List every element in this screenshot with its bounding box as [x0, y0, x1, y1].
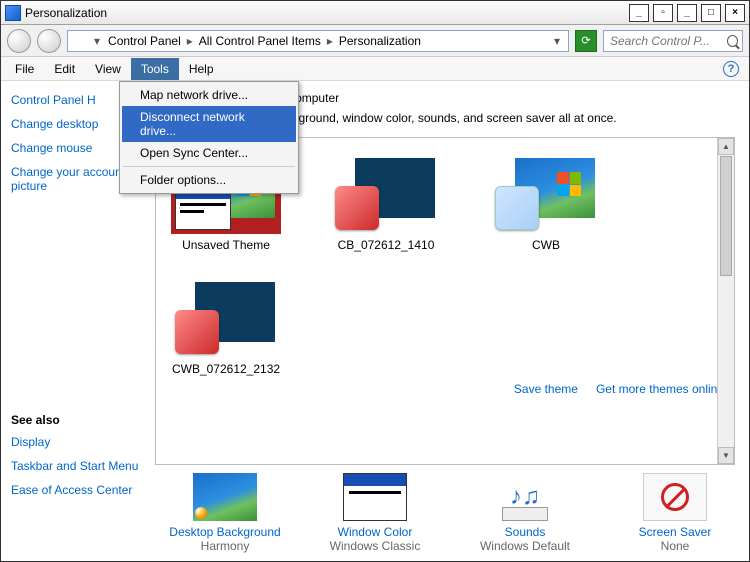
sounds-item[interactable]: ♪♫ Sounds Windows Default	[465, 473, 585, 553]
breadcrumb-sep-icon: ▸	[325, 34, 335, 48]
link-ease-of-access[interactable]: Ease of Access Center	[11, 483, 141, 497]
content-area: Control Panel H Change desktop Change mo…	[1, 81, 749, 561]
link-get-more-themes[interactable]: Get more themes online	[596, 382, 724, 396]
menu-bar: File Edit View Tools Help ? Map network …	[1, 57, 749, 81]
window-color-item[interactable]: Window Color Windows Classic	[315, 473, 435, 553]
menu-help[interactable]: Help	[179, 58, 224, 80]
link-taskbar-start[interactable]: Taskbar and Start Menu	[11, 459, 141, 473]
sounds-label[interactable]: Sounds	[465, 525, 585, 539]
scrollbar[interactable]: ▲ ▼	[717, 138, 734, 464]
link-save-theme[interactable]: Save theme	[514, 382, 578, 396]
theme-item[interactable]: CB_072612_1410	[326, 152, 446, 252]
tools-dropdown: Map network drive... Disconnect network …	[119, 81, 299, 194]
app-icon	[5, 5, 21, 21]
screen-saver-value: None	[615, 539, 735, 553]
breadcrumb-3[interactable]: Personalization	[339, 34, 421, 48]
back-button[interactable]	[7, 29, 31, 53]
chevron-down-icon[interactable]: ▾	[90, 34, 104, 48]
menu-open-sync-center[interactable]: Open Sync Center...	[122, 142, 296, 164]
nav-toolbar: ▾ Control Panel ▸ All Control Panel Item…	[1, 25, 749, 57]
breadcrumb-1[interactable]: Control Panel	[108, 34, 181, 48]
window-restore-alt-button[interactable]: ▫	[653, 4, 673, 22]
menu-separator	[123, 166, 295, 167]
scroll-thumb[interactable]	[720, 156, 732, 276]
refresh-button[interactable]: ⟳	[575, 30, 597, 52]
link-display[interactable]: Display	[11, 435, 141, 449]
menu-edit[interactable]: Edit	[44, 58, 85, 80]
sounds-icon: ♪♫	[493, 473, 557, 521]
theme-actions: Save theme Get more themes online	[166, 376, 724, 396]
screen-saver-item[interactable]: Screen Saver None	[615, 473, 735, 553]
help-icon[interactable]: ?	[723, 61, 739, 77]
theme-item[interactable]: CWB_072612_2132	[166, 276, 286, 376]
menu-tools[interactable]: Tools	[131, 58, 179, 80]
location-icon	[72, 34, 86, 48]
window-color-value: Windows Classic	[315, 539, 435, 553]
desktop-background-item[interactable]: Desktop Background Harmony	[165, 473, 285, 553]
screen-saver-icon	[643, 473, 707, 521]
screen-saver-label[interactable]: Screen Saver	[615, 525, 735, 539]
window-minimize-alt-button[interactable]: _	[629, 4, 649, 22]
address-bar[interactable]: ▾ Control Panel ▸ All Control Panel Item…	[67, 30, 569, 52]
desktop-background-icon	[193, 473, 257, 521]
window-close-button[interactable]: ×	[725, 4, 745, 22]
search-box[interactable]	[603, 30, 743, 52]
see-also-heading: See also	[11, 413, 141, 427]
window-title: Personalization	[25, 6, 625, 20]
scroll-up-button[interactable]: ▲	[718, 138, 734, 155]
theme-components-row: Desktop Background Harmony Window Color …	[155, 465, 735, 553]
menu-file[interactable]: File	[5, 58, 44, 80]
window-frame: Personalization _ ▫ _ □ × ▾ Control Pane…	[0, 0, 750, 562]
menu-map-network-drive[interactable]: Map network drive...	[122, 84, 296, 106]
forward-button[interactable]	[37, 29, 61, 53]
theme-item[interactable]: CWB	[486, 152, 606, 252]
desktop-background-label[interactable]: Desktop Background	[165, 525, 285, 539]
theme-name: CWB_072612_2132	[166, 362, 286, 376]
window-color-label[interactable]: Window Color	[315, 525, 435, 539]
menu-folder-options[interactable]: Folder options...	[122, 169, 296, 191]
history-dropdown-icon[interactable]: ▾	[550, 34, 564, 48]
breadcrumb-2[interactable]: All Control Panel Items	[199, 34, 321, 48]
window-maximize-button[interactable]: □	[701, 4, 721, 22]
search-icon	[727, 35, 738, 47]
menu-disconnect-network-drive[interactable]: Disconnect network drive...	[122, 106, 296, 142]
scroll-down-button[interactable]: ▼	[718, 447, 734, 464]
theme-name: Unsaved Theme	[166, 238, 286, 252]
window-minimize-button[interactable]: _	[677, 4, 697, 22]
theme-name: CWB	[486, 238, 606, 252]
sounds-value: Windows Default	[465, 539, 585, 553]
theme-name: CB_072612_1410	[326, 238, 446, 252]
desktop-background-value: Harmony	[165, 539, 285, 553]
window-color-icon	[343, 473, 407, 521]
breadcrumb-sep-icon: ▸	[185, 34, 195, 48]
menu-view[interactable]: View	[85, 58, 131, 80]
titlebar: Personalization _ ▫ _ □ ×	[1, 1, 749, 25]
search-input[interactable]	[608, 33, 723, 49]
